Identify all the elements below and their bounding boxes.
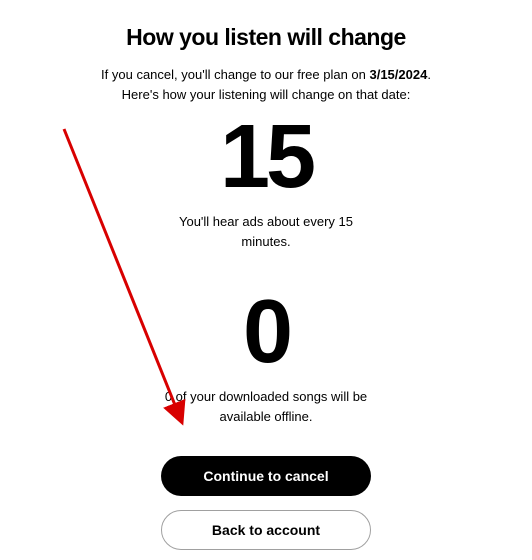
- stat-offline-value: 0: [60, 287, 472, 377]
- subtitle-line2: Here's how your listening will change on…: [60, 85, 472, 105]
- page-title: How you listen will change: [60, 24, 472, 51]
- stat-ads-value: 15: [60, 112, 472, 202]
- dialog-buttons: Continue to cancel Back to account: [60, 456, 472, 550]
- subtitle-suffix: .: [427, 67, 431, 82]
- back-to-account-button[interactable]: Back to account: [161, 510, 371, 550]
- cancel-warning-dialog: How you listen will change If you cancel…: [0, 0, 532, 550]
- stat-ads: 15 You'll hear ads about every 15 minute…: [60, 112, 472, 251]
- stat-ads-caption: You'll hear ads about every 15 minutes.: [156, 212, 376, 251]
- cancel-date: 3/15/2024: [369, 67, 427, 82]
- subtitle-prefix: If you cancel, you'll change to our free…: [101, 67, 369, 82]
- stat-offline: 0 0 of your downloaded songs will be ava…: [60, 287, 472, 426]
- cancel-subtitle: If you cancel, you'll change to our free…: [60, 65, 472, 104]
- stat-offline-caption: 0 of your downloaded songs will be avail…: [156, 387, 376, 426]
- continue-to-cancel-button[interactable]: Continue to cancel: [161, 456, 371, 496]
